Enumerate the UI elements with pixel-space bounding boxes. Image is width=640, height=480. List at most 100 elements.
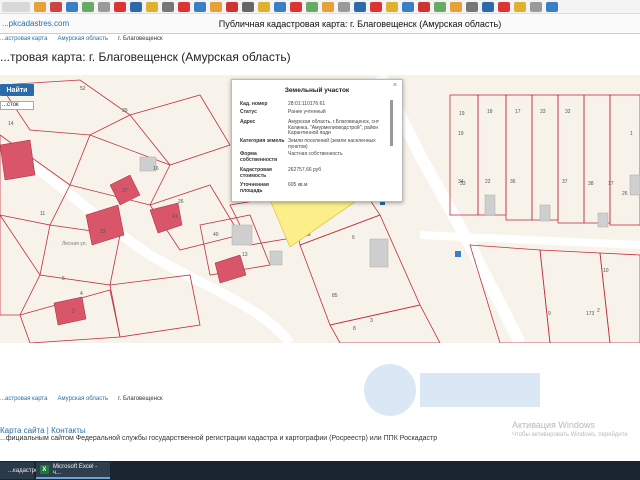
parcel-info-popup: × Земельный участок Кад. номер 28:01:110… <box>231 79 403 202</box>
bookmark-icon[interactable] <box>82 1 94 12</box>
footer-links[interactable]: Карта сайта | Контакты <box>0 426 86 435</box>
parcel-number: 40 <box>213 232 219 238</box>
popup-row: Категория земель Земли поселений (земли … <box>240 138 388 150</box>
bookmark-icon[interactable] <box>226 1 238 12</box>
popup-row: Кад. номер 28:01:110176:61 <box>240 101 388 108</box>
bookmark-icon[interactable] <box>146 1 158 12</box>
parcel-number: 17 <box>608 181 614 187</box>
footer-breadcrumb: ...астровая карта Амурская область г. Бл… <box>0 396 163 406</box>
bookmark-icon[interactable] <box>114 1 126 12</box>
parcel-number: 4 <box>80 291 83 297</box>
site-name[interactable]: ...pkcadastres.com <box>0 19 140 28</box>
bookmark-icon[interactable] <box>50 1 62 12</box>
footer-description: ...фициальным сайтом Федеральной службы … <box>0 435 438 442</box>
activation-title: Активация Windows <box>512 420 595 430</box>
bookmark-icon[interactable] <box>194 1 206 12</box>
bookmark-icon[interactable] <box>210 1 222 12</box>
popup-row: Форма собственности Частная собственност… <box>240 151 388 163</box>
parcel-number: 14 <box>8 121 14 127</box>
popup-label: Кад. номер <box>240 101 268 107</box>
bookmark-icon[interactable] <box>242 1 254 12</box>
watermark-logo <box>364 364 540 416</box>
bookmark-icon[interactable] <box>498 1 510 12</box>
bookmark-icon[interactable] <box>34 1 46 12</box>
search-type-select[interactable]: ...сток <box>0 101 34 110</box>
bookmark-icon[interactable] <box>178 1 190 12</box>
parcel-number: 52 <box>80 86 86 92</box>
breadcrumb: ...астровая карта Амурская область г. Бл… <box>0 36 163 46</box>
breadcrumb-link[interactable]: ...астровая карта <box>0 396 47 406</box>
bookmark-icon[interactable] <box>450 1 462 12</box>
parcel-number: 33 <box>540 109 546 115</box>
popup-row: Адрес Амурская область, г.Благовещенск, … <box>240 119 388 137</box>
popup-value: Частная собственность <box>288 151 343 157</box>
bookmark-icon[interactable] <box>290 1 302 12</box>
bookmark-icon[interactable] <box>306 1 318 12</box>
parcel-number: 8 <box>353 326 356 332</box>
page-title: ...тровая карта: г. Благовещенск (Амурск… <box>0 50 291 64</box>
bookmark-icon[interactable] <box>258 1 270 12</box>
close-icon[interactable]: × <box>393 82 397 89</box>
popup-value: Ранее учтенный <box>288 109 326 115</box>
parcel-number: 10 <box>603 268 609 274</box>
watermark-wordmark <box>420 373 540 407</box>
structure <box>484 194 496 216</box>
bookmark-icon[interactable] <box>274 1 286 12</box>
bookmark-icon[interactable] <box>418 1 430 12</box>
bookmark-icon[interactable] <box>66 1 78 12</box>
parcel-number: 16 <box>153 166 159 172</box>
popup-title: Земельный участок <box>284 87 350 94</box>
parcel-number: 19 <box>458 131 464 137</box>
parcel-number: 36 <box>510 179 516 185</box>
bookmark-icon[interactable] <box>370 1 382 12</box>
taskbar-item-browser[interactable]: ...кадастров... <box>0 462 47 479</box>
bookmark-icon[interactable] <box>162 1 174 12</box>
structure <box>231 224 253 246</box>
parcel-number: 41 <box>172 214 178 220</box>
popup-scrollbar[interactable] <box>390 100 393 146</box>
building <box>0 139 36 181</box>
bookmark-icon[interactable] <box>386 1 398 12</box>
popup-row: Кадастровая стоимость 262757,66 руб <box>240 167 388 179</box>
parcel-number: 85 <box>332 293 338 299</box>
bookmark-icon[interactable] <box>130 1 142 12</box>
bookmark-icon[interactable] <box>482 1 494 12</box>
bookmark-icon[interactable] <box>546 1 558 12</box>
bookmark-icon[interactable] <box>402 1 414 12</box>
bookmark-icon[interactable] <box>530 1 542 12</box>
parcel-number: 26 <box>178 199 184 205</box>
popup-row: Статус Ранее учтенный <box>240 109 388 116</box>
breadcrumb-link[interactable]: Амурская область <box>57 36 108 46</box>
bookmark-icon[interactable] <box>98 1 110 12</box>
bookmark-icon[interactable] <box>338 1 350 12</box>
popup-label: Категория земель <box>240 138 285 144</box>
breadcrumb-current: г. Благовещенск <box>118 396 163 402</box>
structure <box>539 204 551 222</box>
find-button[interactable]: Найти <box>0 84 34 96</box>
bookmark-icon[interactable] <box>354 1 366 12</box>
bookmark-icon[interactable] <box>322 1 334 12</box>
popup-value: 262757,66 руб <box>288 167 322 173</box>
bookmark-icon[interactable] <box>466 1 478 12</box>
structure <box>269 250 283 266</box>
parcel-number: 37 <box>562 179 568 185</box>
parcel-number: 33 <box>460 181 466 187</box>
parcel-number: 22 <box>485 179 491 185</box>
bookmark-icon[interactable] <box>514 1 526 12</box>
breadcrumb-link[interactable]: Амурская область <box>57 396 108 406</box>
taskbar: ...кадастров... X Microsoft Excel - ч... <box>0 461 640 480</box>
parcel-number: 17 <box>515 109 521 115</box>
popup-label: Статус <box>240 109 257 115</box>
breadcrumb-current: г. Благовещенск <box>118 36 163 42</box>
street-label: Лесная ул. <box>62 241 87 247</box>
parcel-number: 26 <box>622 191 628 197</box>
bookmark-icon[interactable] <box>434 1 446 12</box>
parcel-number: 1 <box>630 131 633 137</box>
taskbar-item-excel[interactable]: X Microsoft Excel - ч... <box>36 462 110 479</box>
parcel-number: 38 <box>588 181 594 187</box>
bookmark-item[interactable] <box>2 1 30 12</box>
activation-text: Чтобы активировать Windows, перейдите <box>512 432 628 438</box>
breadcrumb-link[interactable]: ...астровая карта <box>0 36 47 46</box>
popup-label: Адрес <box>240 119 256 125</box>
map-marker <box>455 251 461 257</box>
